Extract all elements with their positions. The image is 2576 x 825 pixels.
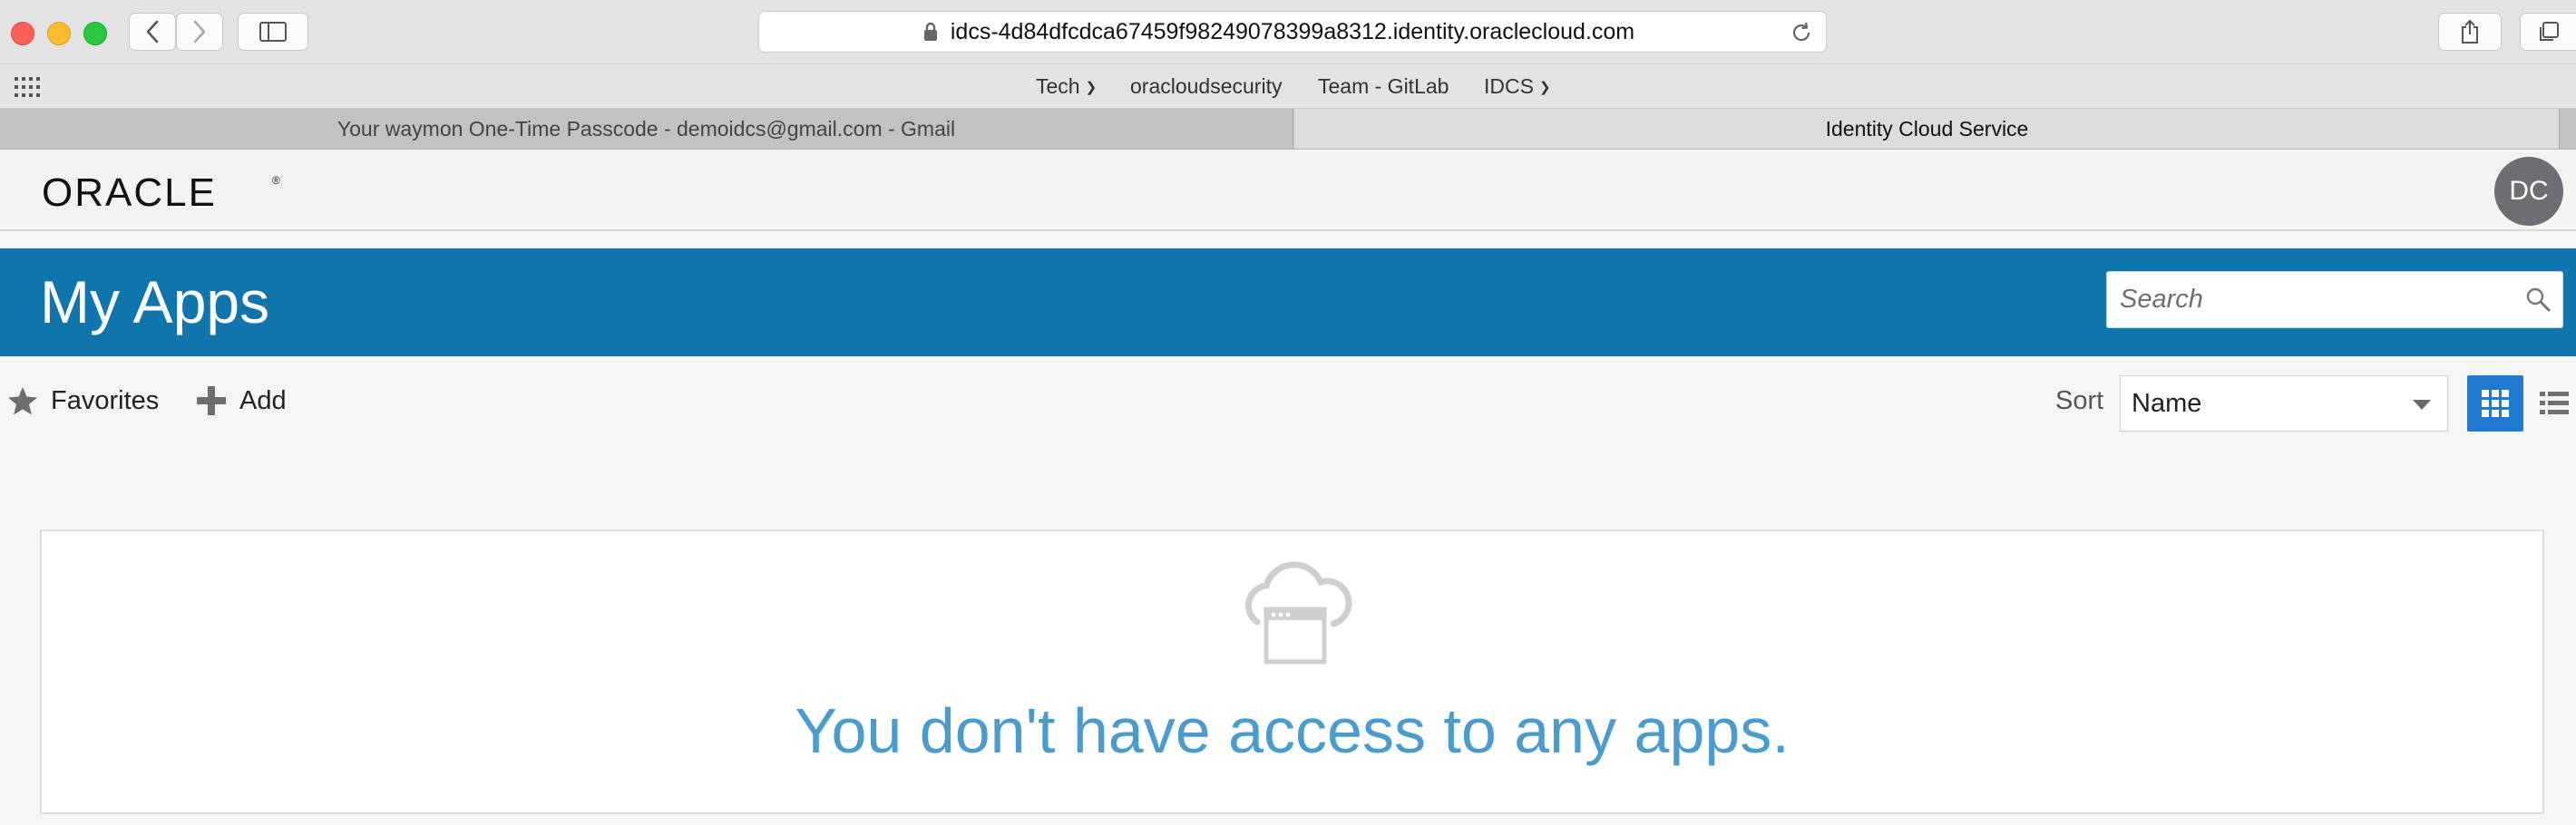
reload-icon[interactable] [1790, 21, 1813, 44]
apps-grid-icon[interactable] [15, 77, 42, 97]
chevron-down-icon: ❯ [1085, 80, 1098, 95]
page-title: My Apps [40, 268, 270, 335]
back-icon [146, 20, 159, 44]
tabs-icon [2539, 22, 2559, 41]
new-tab-edge[interactable] [2559, 109, 2576, 149]
apps-toolbar: Favorites Add Sort Name [0, 358, 2576, 449]
favorites-label: Favorites [51, 385, 160, 415]
user-avatar[interactable]: DC [2494, 157, 2563, 226]
sidebar-toggle-button[interactable] [238, 13, 308, 51]
empty-state-card: You don't have access to any apps. [40, 529, 2544, 814]
show-tabs-button[interactable] [2520, 13, 2576, 51]
sort-value: Name [2132, 389, 2202, 418]
forward-button[interactable] [176, 13, 223, 51]
close-window-button[interactable] [11, 22, 34, 45]
bookmark-label: IDCS [1484, 74, 1534, 98]
bookmarks-bar: Tech ❯ oracloudsecurity Team - GitLab IDC… [0, 64, 2576, 109]
registered-mark: ® [272, 174, 280, 187]
search-input[interactable] [2118, 272, 2503, 327]
grid-view-button[interactable] [2467, 375, 2523, 432]
tab-bar: Your waymon One-Time Passcode - demoidcs… [0, 109, 2576, 150]
bookmark-gitlab[interactable]: Team - GitLab [1318, 64, 1449, 108]
empty-state-message: You don't have access to any apps. [795, 695, 1790, 766]
bookmark-oracloudsecurity[interactable]: oracloudsecurity [1130, 64, 1282, 108]
tab-identity-cloud-service[interactable]: Identity Cloud Service [1294, 109, 2560, 149]
sort-dropdown[interactable]: Name [2120, 375, 2448, 432]
star-icon [8, 387, 37, 415]
favorites-button[interactable]: Favorites [7, 376, 159, 425]
address-bar[interactable]: idcs-4d84dfcdca67459f98249078399a8312.id… [758, 11, 1827, 53]
tab-title: Your waymon One-Time Passcode - demoidcs… [337, 117, 956, 141]
search-icon[interactable] [2524, 286, 2552, 313]
chevron-down-icon: ❯ [1538, 80, 1551, 95]
list-view-button[interactable] [2536, 375, 2572, 432]
minimize-window-button[interactable] [47, 22, 71, 45]
add-label: Add [239, 385, 287, 415]
chevron-down-icon [2413, 400, 2431, 410]
page-banner: My Apps [0, 248, 2576, 356]
sidebar-icon [259, 22, 287, 42]
list-view-icon [2540, 392, 2569, 414]
bookmark-tech[interactable]: Tech ❯ [1036, 64, 1097, 108]
cloud-app-icon [1245, 561, 1352, 665]
forward-icon [193, 20, 206, 44]
share-icon [2462, 19, 2478, 44]
add-app-button[interactable]: Add [196, 376, 287, 425]
back-button[interactable] [129, 13, 176, 51]
sort-label: Sort [2055, 386, 2104, 415]
search-box [2106, 271, 2563, 328]
url-text: idcs-4d84dfcdca67459f98249078399a8312.id… [950, 19, 1635, 44]
plus-icon [197, 386, 226, 415]
bookmark-label: oracloudsecurity [1130, 74, 1283, 98]
app-header: ORACLE ® DC [0, 150, 2576, 231]
tab-gmail[interactable]: Your waymon One-Time Passcode - demoidcs… [0, 109, 1293, 149]
bookmark-label: Team - GitLab [1318, 74, 1449, 98]
tab-title: Identity Cloud Service [1825, 117, 2029, 141]
oracle-logo-text: ORACLE [42, 171, 217, 211]
bookmark-label: Tech [1036, 74, 1080, 98]
grid-view-icon [2482, 390, 2509, 417]
share-button[interactable] [2438, 13, 2502, 51]
oracle-logo[interactable]: ORACLE ® [42, 171, 287, 211]
browser-toolbar: idcs-4d84dfcdca67459f98249078399a8312.id… [0, 0, 2576, 64]
zoom-window-button[interactable] [83, 22, 107, 45]
bookmark-idcs[interactable]: IDCS ❯ [1484, 64, 1551, 108]
